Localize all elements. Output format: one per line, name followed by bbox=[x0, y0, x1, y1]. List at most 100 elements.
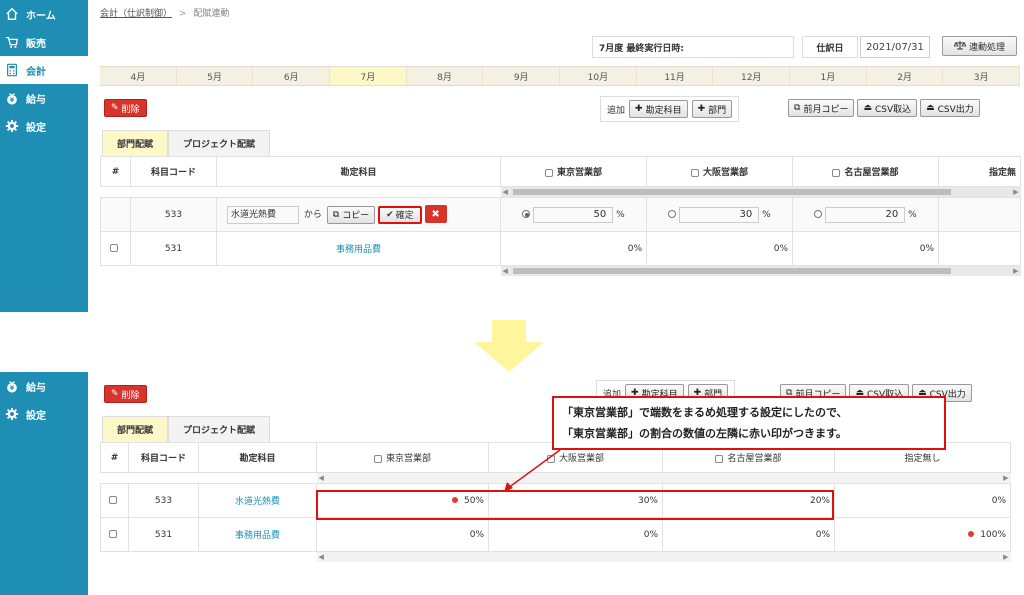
tokyo-value: 0% bbox=[500, 231, 647, 266]
header-osaka[interactable]: 大阪営業部 bbox=[646, 156, 793, 187]
sidebar-item-payroll[interactable]: ¥ 給与 bbox=[0, 84, 88, 112]
account-name-input[interactable]: 水道光熱費 bbox=[227, 205, 299, 224]
osaka-percent-input[interactable]: 30 bbox=[679, 206, 760, 223]
sidebar-item-label: 設定 bbox=[26, 122, 46, 134]
row-code: 533 bbox=[130, 197, 217, 232]
row-checkbox-empty bbox=[100, 197, 131, 232]
add-group: 追加 ✚ 勘定科目 ✚ 部門 bbox=[600, 96, 740, 122]
nagoya-checkbox[interactable] bbox=[715, 454, 724, 463]
sidebar-item-label: 販売 bbox=[26, 38, 46, 50]
account-link[interactable]: 水道光熱費 bbox=[235, 497, 280, 507]
row-select[interactable] bbox=[100, 483, 129, 518]
journal-date-input[interactable]: 2021/07/31 bbox=[860, 36, 930, 58]
highlight-box bbox=[316, 490, 834, 520]
row-account-editor: 水道光熱費 から ⧉ コピー ✔ 確定 ✖ bbox=[216, 197, 501, 232]
delete-button[interactable]: ✎ 削除 bbox=[104, 99, 147, 117]
add-department-label: 部門 bbox=[708, 105, 727, 116]
month-tab[interactable]: 10月 bbox=[560, 67, 637, 85]
none-cell bbox=[938, 197, 1021, 232]
csv-export-button[interactable]: ⏏ CSV出力 bbox=[920, 99, 980, 117]
tab-department-allocation[interactable]: 部門配賦 bbox=[102, 416, 169, 442]
header-code: 科目コード bbox=[130, 156, 217, 187]
tab-project-allocation[interactable]: プロジェクト配賦 bbox=[168, 130, 271, 156]
callout-line-1: 「東京営業部」で端数をまるめ処理する設定にしたので、 bbox=[562, 406, 848, 419]
month-tab[interactable]: 6月 bbox=[253, 67, 331, 85]
osaka-value: 0% bbox=[488, 517, 663, 552]
month-tab[interactable]: 2月 bbox=[867, 67, 944, 85]
sidebar-top: ホーム 販売 会計 ¥ 給与 設定 bbox=[0, 0, 88, 312]
header-num: # bbox=[100, 156, 131, 187]
prev-month-copy-button[interactable]: ⧉ 前月コピー bbox=[788, 99, 855, 117]
nagoya-percent-input[interactable]: 20 bbox=[825, 206, 906, 223]
sidebar-item-accounting[interactable]: 会計 bbox=[0, 56, 88, 84]
cancel-icon[interactable]: ✖ bbox=[424, 205, 447, 224]
add-department-button[interactable]: ✚ 部門 bbox=[691, 100, 733, 118]
scale-icon bbox=[953, 40, 967, 53]
month-tab[interactable]: 4月 bbox=[100, 67, 177, 85]
month-tab[interactable]: 5月 bbox=[177, 67, 254, 85]
breadcrumb-parent-link[interactable]: 会計（仕訳制御） bbox=[100, 9, 172, 19]
nagoya-checkbox[interactable] bbox=[832, 168, 841, 177]
header-tokyo[interactable]: 東京営業部 bbox=[500, 156, 647, 187]
row-checkbox[interactable] bbox=[108, 496, 117, 504]
row-select[interactable] bbox=[100, 231, 131, 266]
month-tab[interactable]: 11月 bbox=[637, 67, 714, 85]
sidebar-item-settings[interactable]: 設定 bbox=[0, 112, 88, 140]
tab-department-allocation[interactable]: 部門配賦 bbox=[102, 130, 169, 156]
sidebar-item-label: 設定 bbox=[26, 410, 46, 422]
home-icon bbox=[4, 6, 20, 22]
add-account-button[interactable]: ✚ 勘定科目 bbox=[629, 100, 688, 118]
horizontal-scrollbar[interactable]: ◀ ▶ bbox=[500, 187, 1021, 197]
none-cell bbox=[938, 231, 1021, 266]
csv-import-button[interactable]: ⏏ CSV取込 bbox=[857, 99, 918, 117]
osaka-checkbox[interactable] bbox=[690, 168, 699, 177]
osaka-rounding-radio[interactable] bbox=[668, 210, 677, 218]
table-row: 531 事務用品費 0% 0% 0% bbox=[100, 231, 1021, 266]
horizontal-scrollbar[interactable]: ◀ ▶ bbox=[316, 473, 1011, 483]
right-toolbar: ⧉ 前月コピー ⏏ CSV取込 ⏏ CSV出力 bbox=[788, 99, 980, 117]
tokyo-checkbox[interactable] bbox=[544, 168, 553, 177]
upload-icon: ⏏ bbox=[863, 103, 872, 113]
callout-line-2: 「東京営業部」の割合の数値の左隣に赤い印がつきます。 bbox=[562, 427, 847, 440]
sync-process-button[interactable]: 連動処理 bbox=[942, 36, 1017, 56]
sidebar-bottom: ¥ 給与 設定 bbox=[0, 372, 88, 595]
row-checkbox[interactable] bbox=[108, 530, 117, 538]
plus-icon: ✚ bbox=[635, 104, 643, 114]
month-tabs: 4月 5月 6月 7月 8月 9月 10月 11月 12月 1月 2月 3月 bbox=[100, 66, 1021, 86]
horizontal-scrollbar[interactable]: ◀ ▶ bbox=[500, 266, 1021, 276]
tokyo-rounding-radio[interactable] bbox=[522, 210, 531, 218]
osaka-cell: 30 % bbox=[646, 197, 793, 232]
sidebar-item-settings[interactable]: 設定 bbox=[0, 400, 88, 428]
sidebar-item-home[interactable]: ホーム bbox=[0, 0, 88, 28]
header-osaka-label: 大阪営業部 bbox=[702, 168, 748, 178]
month-tab[interactable]: 9月 bbox=[483, 67, 561, 85]
row-checkbox[interactable] bbox=[109, 244, 118, 252]
row-account-link: 事務用品費 bbox=[198, 517, 317, 552]
allocation-tabs: 部門配賦 プロジェクト配賦 bbox=[102, 416, 271, 442]
allocation-tabs: 部門配賦 プロジェクト配賦 bbox=[102, 130, 271, 156]
sidebar-item-payroll[interactable]: ¥ 給与 bbox=[0, 372, 88, 400]
down-arrow-icon bbox=[474, 320, 544, 372]
header-nagoya[interactable]: 名古屋営業部 bbox=[792, 156, 939, 187]
tab-project-allocation[interactable]: プロジェクト配賦 bbox=[168, 416, 271, 442]
delete-button[interactable]: ✎ 削除 bbox=[104, 385, 147, 403]
month-tab[interactable]: 1月 bbox=[790, 67, 867, 85]
copy-button[interactable]: ⧉ コピー bbox=[326, 205, 376, 224]
row-code: 531 bbox=[130, 231, 217, 266]
account-link[interactable]: 事務用品費 bbox=[336, 245, 381, 255]
unit-label: % bbox=[908, 209, 917, 220]
sidebar-item-sales[interactable]: 販売 bbox=[0, 28, 88, 56]
month-tab-active[interactable]: 7月 bbox=[330, 67, 407, 85]
header-tokyo[interactable]: 東京営業部 bbox=[316, 442, 489, 473]
nagoya-rounding-radio[interactable] bbox=[814, 210, 823, 218]
tokyo-percent-input[interactable]: 50 bbox=[533, 206, 614, 223]
csv-import-label: CSV取込 bbox=[874, 104, 912, 115]
confirm-button[interactable]: ✔ 確定 bbox=[378, 205, 422, 224]
account-link[interactable]: 事務用品費 bbox=[235, 531, 280, 541]
month-tab[interactable]: 3月 bbox=[943, 67, 1021, 85]
tokyo-checkbox[interactable] bbox=[373, 454, 382, 463]
horizontal-scrollbar[interactable]: ◀ ▶ bbox=[316, 552, 1011, 562]
month-tab[interactable]: 12月 bbox=[713, 67, 791, 85]
month-tab[interactable]: 8月 bbox=[407, 67, 484, 85]
row-select[interactable] bbox=[100, 517, 129, 552]
